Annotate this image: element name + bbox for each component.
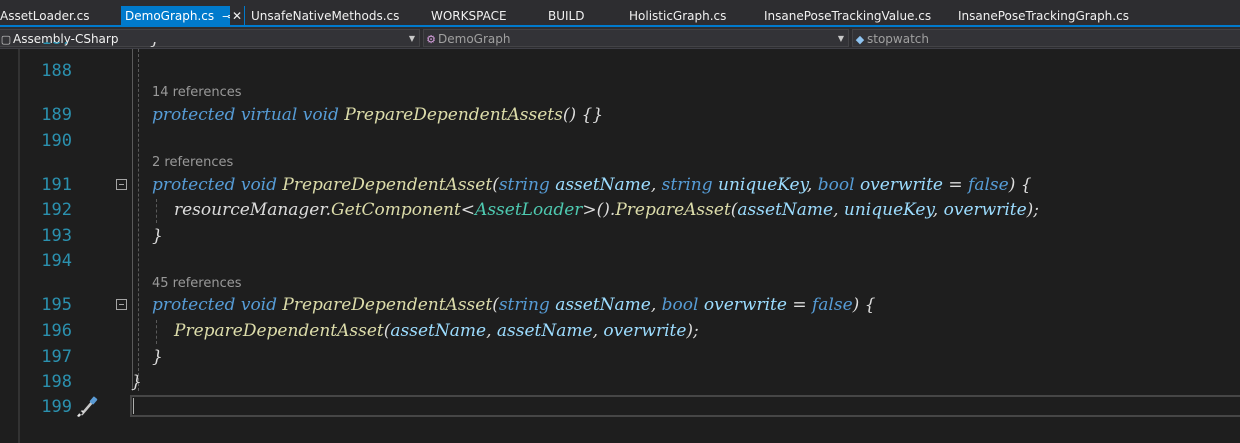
member-dropdown[interactable]: ◆ stopwatch [852, 29, 1240, 47]
tab-unsafenativemethods[interactable]: UnsafeNativeMethods.cs [251, 6, 399, 27]
code-line-187: } [150, 42, 161, 49]
indent-guide [156, 199, 157, 223]
codelens-references[interactable]: 14 references [152, 85, 242, 101]
close-icon[interactable]: ✕ [230, 6, 244, 27]
codelens-references[interactable]: 45 references [152, 276, 242, 292]
code-line-195: protected void PrepareDependentAsset(str… [152, 295, 876, 315]
line-number: 194 [41, 251, 72, 271]
tab-demograph[interactable]: DemoGraph.cs ⊸ [121, 6, 245, 27]
code-line-192: resourceManager.GetComponent<AssetLoader… [174, 200, 1040, 220]
line-number: 190 [41, 131, 72, 151]
line-number: 192 [41, 200, 72, 220]
tab-assetloader[interactable]: AssetLoader.cs [0, 6, 89, 27]
tab-workspace[interactable]: WORKSPACE [431, 6, 507, 27]
line-number: 195 [41, 295, 72, 315]
line-number: 198 [41, 372, 72, 392]
code-line-193: } [152, 226, 163, 246]
navigation-bar: ▢ Assembly-CSharp ▼ ⚙ DemoGraph ▼ ◆ stopwat… [0, 27, 1240, 49]
code-line-196: PrepareDependentAsset(assetName, assetNa… [174, 321, 699, 341]
code-line-189: protected virtual void PrepareDependentA… [152, 105, 604, 125]
line-number: 197 [41, 347, 72, 367]
code-line-198: } [131, 372, 142, 392]
line-number: 196 [41, 321, 72, 341]
chevron-down-icon: ▼ [408, 34, 415, 43]
document-tab-bar: AssetLoader.cs DemoGraph.cs ⊸ ✕ UnsafeNat… [0, 0, 1240, 27]
line-number: 191 [41, 175, 72, 195]
codelens-references[interactable]: 2 references [152, 155, 233, 171]
line-number: 189 [41, 105, 72, 125]
collapse-icon[interactable] [116, 299, 127, 310]
collapse-icon[interactable] [116, 179, 127, 190]
line-number: 193 [41, 226, 72, 246]
line-number: 188 [41, 61, 72, 81]
field-icon: ◆ [855, 33, 865, 46]
type-dropdown[interactable]: ⚙ DemoGraph ▼ [423, 29, 849, 47]
editor-left-margin [0, 49, 20, 443]
text-cursor [133, 398, 134, 414]
class-icon: ⚙ [426, 33, 436, 46]
indent-guide [156, 320, 157, 344]
type-label: DemoGraph [438, 32, 511, 46]
line-number: 187 [36, 42, 72, 49]
chevron-down-icon: ▼ [837, 34, 844, 43]
code-line-197: } [152, 347, 163, 367]
screwdriver-brush-icon[interactable] [74, 395, 100, 419]
tab-build[interactable]: BUILD [548, 6, 584, 27]
tab-insaneposetrackingvalue[interactable]: InsanePoseTrackingValue.cs [764, 6, 931, 27]
tab-insaneposetrackinggraph[interactable]: InsanePoseTrackingGraph.cs [958, 6, 1129, 27]
indent-guide [138, 49, 139, 391]
indent-guide [132, 49, 133, 391]
line-number: 199 [41, 397, 72, 417]
tab-label: DemoGraph.cs [125, 9, 215, 23]
tab-holisticgraph[interactable]: HolisticGraph.cs [629, 6, 726, 27]
current-line-highlight[interactable] [130, 395, 1240, 417]
code-line-191: protected void PrepareDependentAsset(str… [152, 175, 1032, 195]
member-label: stopwatch [867, 32, 929, 46]
csharp-project-icon: ▢ [0, 33, 12, 46]
